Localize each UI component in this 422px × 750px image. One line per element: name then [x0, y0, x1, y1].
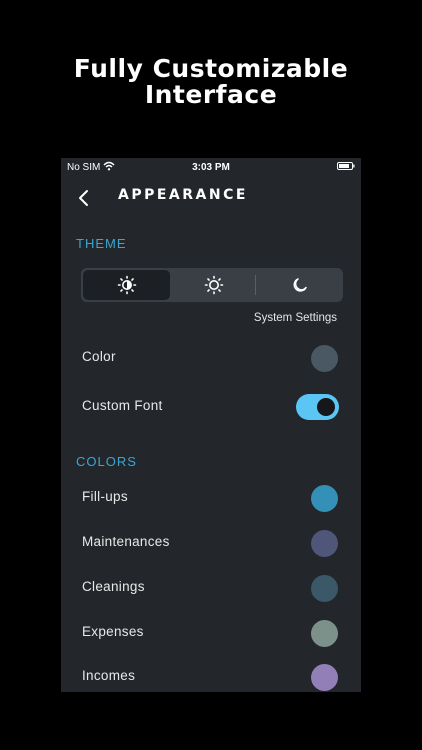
colors-row-label: Fill-ups — [82, 489, 128, 504]
theme-section-label: THEME — [76, 236, 127, 251]
colors-row-swatch[interactable] — [311, 485, 338, 512]
page-title: APPEARANCE — [118, 187, 248, 203]
theme-segmented-control — [81, 268, 343, 302]
color-setting-swatch[interactable] — [311, 345, 338, 372]
moon-icon — [293, 278, 307, 292]
back-chevron-icon[interactable] — [75, 188, 95, 208]
colors-row-label: Cleanings — [82, 579, 145, 594]
promo-headline: Fully Customizable Interface — [0, 56, 422, 108]
status-time: 3:03 PM — [192, 162, 230, 173]
colors-row-swatch[interactable] — [311, 620, 338, 647]
theme-option-dark[interactable] — [256, 270, 343, 300]
theme-caption: System Settings — [253, 312, 337, 324]
phone-screen: No SIM 3:03 PM APPEARANCE THEME System S… — [61, 158, 361, 692]
battery-icon — [337, 162, 355, 170]
custom-font-toggle[interactable] — [296, 394, 339, 420]
colors-section-label: COLORS — [76, 454, 137, 469]
sun-icon — [204, 275, 223, 295]
colors-row-swatch[interactable] — [311, 575, 338, 602]
headline-line-1: Fully Customizable — [73, 54, 349, 83]
custom-font-label: Custom Font — [82, 398, 163, 413]
color-setting-label: Color — [82, 349, 116, 364]
colors-row-label: Maintenances — [82, 534, 170, 549]
headline-line-2: Interface — [144, 80, 278, 109]
toggle-knob — [317, 398, 335, 416]
colors-row-label: Expenses — [82, 624, 144, 639]
theme-option-auto[interactable] — [83, 270, 170, 300]
colors-row-label: Incomes — [82, 668, 136, 683]
status-bar: No SIM 3:03 PM — [61, 158, 361, 178]
auto-theme-icon — [117, 275, 136, 295]
theme-option-light[interactable] — [170, 270, 257, 300]
colors-row-swatch[interactable] — [311, 530, 338, 557]
colors-row-swatch[interactable] — [311, 664, 338, 691]
navigation-bar: APPEARANCE — [61, 178, 361, 218]
